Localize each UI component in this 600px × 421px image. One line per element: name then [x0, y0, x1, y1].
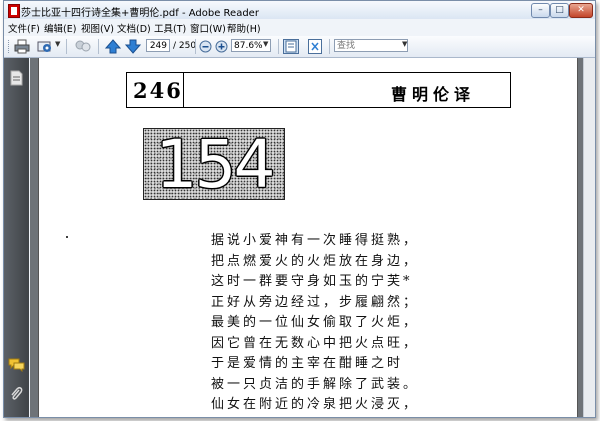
window-title: 莎士比亚十四行诗全集+曹明伦.pdf - Adobe Reader — [21, 8, 259, 19]
search-input[interactable]: 查找 — [334, 39, 408, 52]
toolbar-separator — [66, 39, 67, 54]
zoom-dropdown-icon[interactable]: ▼ — [263, 40, 268, 48]
toolbar: ▼ 249 / 250 87.6% ▼ 查找 ▼ — [4, 36, 595, 58]
title-bar[interactable]: 莎士比亚十四行诗全集+曹明伦.pdf - Adobe Reader – □ ✕ — [4, 1, 595, 19]
full-screen-icon[interactable] — [307, 39, 323, 54]
page-number-input[interactable]: 249 — [146, 39, 170, 52]
vertical-scrollbar[interactable] — [583, 58, 595, 417]
toolbar-grip[interactable] — [8, 40, 11, 53]
poem-line: 据说小爱神有一次睡得挺熟， — [211, 233, 420, 248]
toolbar-separator — [98, 39, 99, 54]
menu-document[interactable]: 文档(D) — [117, 21, 151, 35]
poem-line: 于是爱情的主宰在酣睡之时 — [211, 356, 404, 371]
menu-edit[interactable]: 编辑(E) — [44, 21, 76, 35]
zoom-in-icon[interactable] — [215, 39, 228, 54]
poem-text: 据说小爱神有一次睡得挺熟， 把点燃爱火的火炬放在身边， 这时一群要守身如玉的宁芙… — [211, 229, 419, 414]
search-dropdown-icon[interactable]: ▼ — [402, 40, 407, 48]
sonnet-number-box: 154 — [143, 126, 285, 203]
poem-line: 因它曾在无数心中把火点旺， — [211, 335, 420, 351]
email-icon[interactable] — [37, 39, 53, 54]
pdf-page: 246 曹明伦译 154 据说小爱神有一次睡得挺熟， 把点燃爱火的火炬放在身边，… — [38, 58, 578, 417]
sonnet-number: 154 — [155, 126, 276, 203]
poem-line: 这时一群要守身如玉的宁芙* — [211, 274, 413, 289]
toolbar-separator — [329, 39, 330, 54]
translator-name: 曹明伦译 — [391, 85, 476, 104]
poem-line: 把点燃爱火的火炬放在身边， — [211, 253, 420, 269]
pages-panel-icon[interactable] — [10, 70, 23, 89]
email-dropdown-icon[interactable]: ▼ — [55, 40, 60, 48]
toolbar-separator — [195, 39, 196, 54]
menu-bar: 文件(F) 编辑(E) 视图(V) 文档(D) 工具(T) 窗口(W) 帮助(H… — [4, 20, 595, 35]
poem-line: 正好从旁边经过，步履翩然； — [211, 294, 420, 310]
page-header: 246 曹明伦译 — [126, 72, 511, 108]
menu-window[interactable]: 窗口(W) — [190, 21, 226, 35]
page-number: 246 — [133, 78, 183, 103]
header-divider — [183, 73, 184, 107]
pdf-file-icon — [8, 4, 20, 18]
minimize-button[interactable]: – — [531, 3, 550, 18]
print-icon[interactable] — [14, 39, 30, 54]
poem-line: 最美的一位仙女偷取了火炬， — [211, 315, 420, 330]
menu-tools[interactable]: 工具(T) — [154, 21, 186, 35]
next-page-icon[interactable] — [125, 39, 141, 54]
maximize-button[interactable]: □ — [550, 3, 569, 18]
fit-page-icon[interactable] — [283, 39, 299, 54]
poem-line: 被一只贞洁的手解除了武装。 — [211, 376, 420, 392]
poem-line: 仙女在附近的冷泉把火浸灭， — [211, 397, 420, 412]
toolbar-separator — [278, 39, 279, 54]
reader-window: 莎士比亚十四行诗全集+曹明伦.pdf - Adobe Reader – □ ✕ … — [3, 0, 596, 418]
navigation-panel — [4, 58, 29, 417]
comments-icon[interactable] — [8, 358, 25, 375]
menu-view[interactable]: 视图(V) — [81, 21, 114, 35]
menu-file[interactable]: 文件(F) — [8, 21, 40, 35]
previous-page-icon[interactable] — [105, 39, 121, 54]
attachments-icon[interactable] — [10, 386, 23, 405]
menu-help[interactable]: 帮助(H) — [227, 21, 261, 35]
collaborate-icon[interactable] — [74, 39, 92, 54]
document-view[interactable]: 246 曹明伦译 154 据说小爱神有一次睡得挺熟， 把点燃爱火的火炬放在身边，… — [30, 58, 595, 417]
margin-dot — [66, 236, 68, 238]
page-total-label: / 250 — [173, 41, 197, 51]
close-button[interactable]: ✕ — [569, 3, 593, 18]
zoom-out-icon[interactable] — [199, 39, 212, 54]
